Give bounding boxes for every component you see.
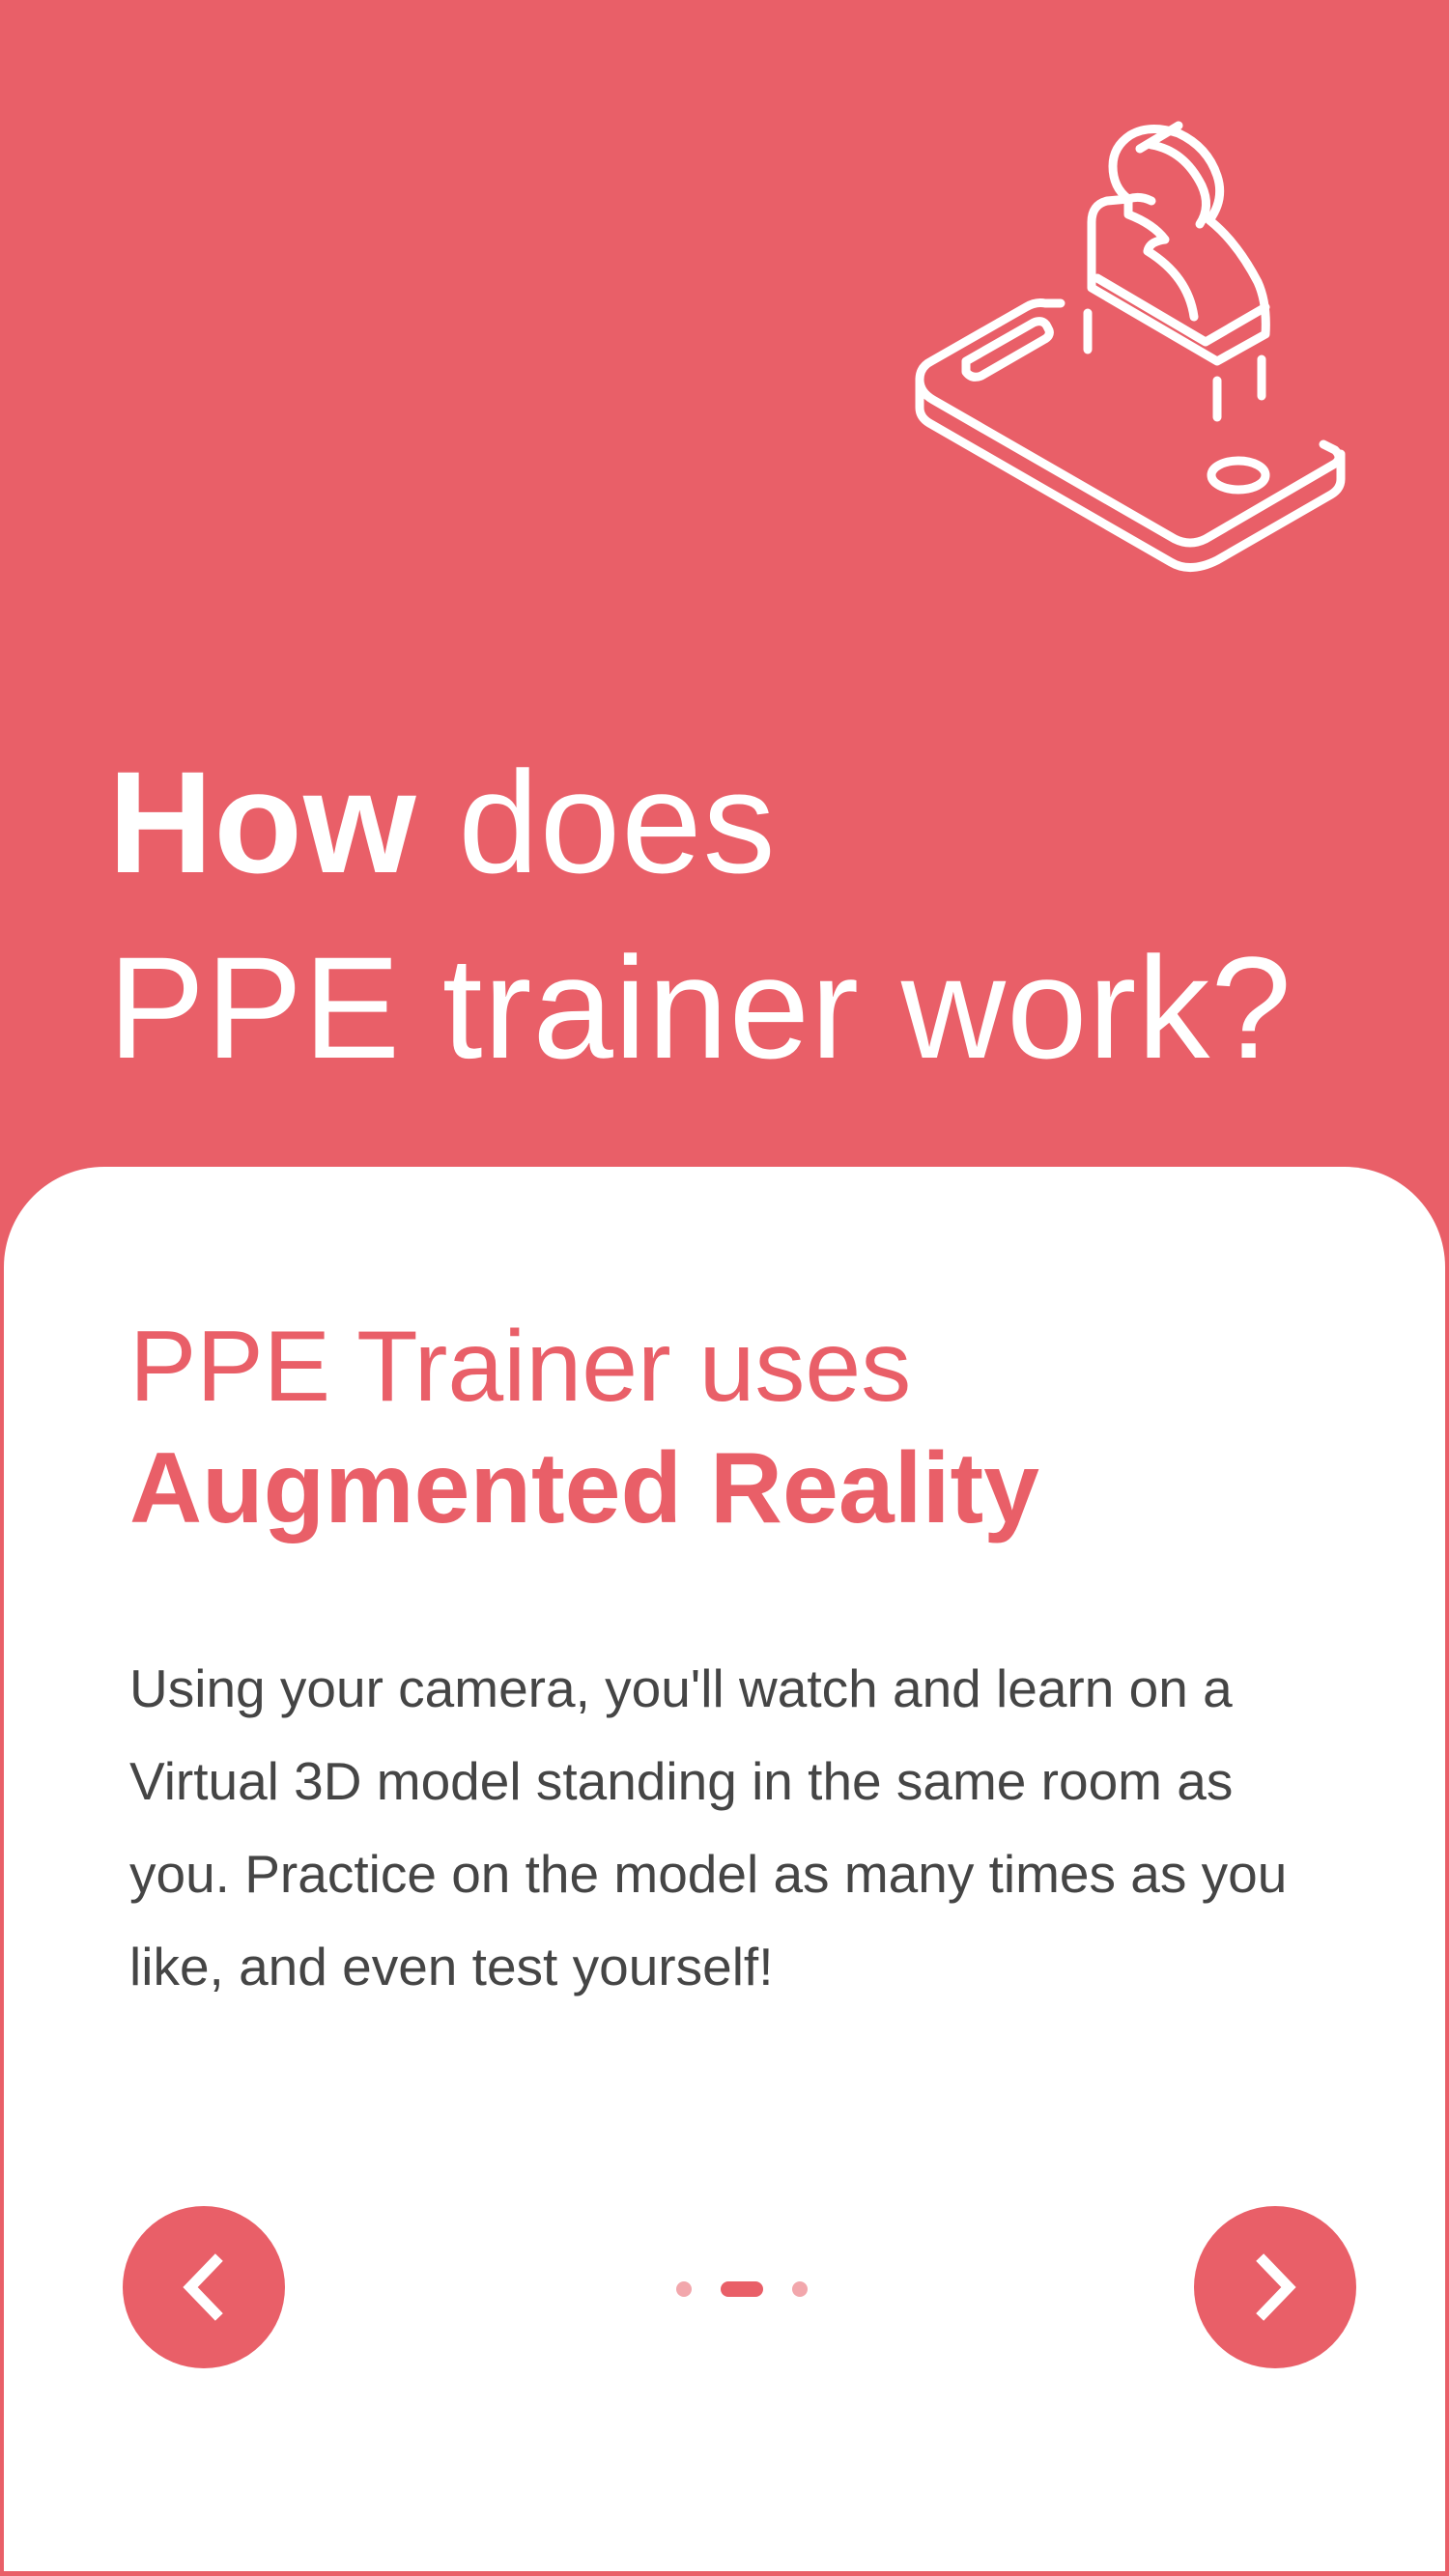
chevron-right-icon [1256, 2253, 1296, 2321]
page-dot-3[interactable] [792, 2281, 808, 2297]
phone-ar-person-icon [915, 121, 1346, 572]
previous-button[interactable] [123, 2206, 285, 2368]
card-heading-line2: Augmented Reality [129, 1432, 1039, 1544]
title-word-does: does [458, 741, 777, 903]
page-dot-2-active[interactable] [721, 2281, 763, 2297]
page-title: How does PPE trainer work? [108, 729, 1293, 1100]
title-word-work: work? [900, 926, 1293, 1089]
chevron-left-icon [183, 2253, 223, 2321]
card-description: Using your camera, you'll watch and lear… [129, 1658, 1288, 1996]
card-heading: PPE Trainer uses Augmented Reality [129, 1306, 1039, 1549]
hero-section: How does PPE trainer work? [0, 0, 1449, 1169]
title-word-ppe-trainer: PPE trainer [108, 926, 860, 1089]
title-word-how: How [108, 741, 417, 903]
next-button[interactable] [1194, 2206, 1356, 2368]
page-indicator [676, 2281, 808, 2297]
card-heading-line1: PPE Trainer uses [129, 1311, 912, 1423]
page-dot-1[interactable] [676, 2281, 692, 2297]
